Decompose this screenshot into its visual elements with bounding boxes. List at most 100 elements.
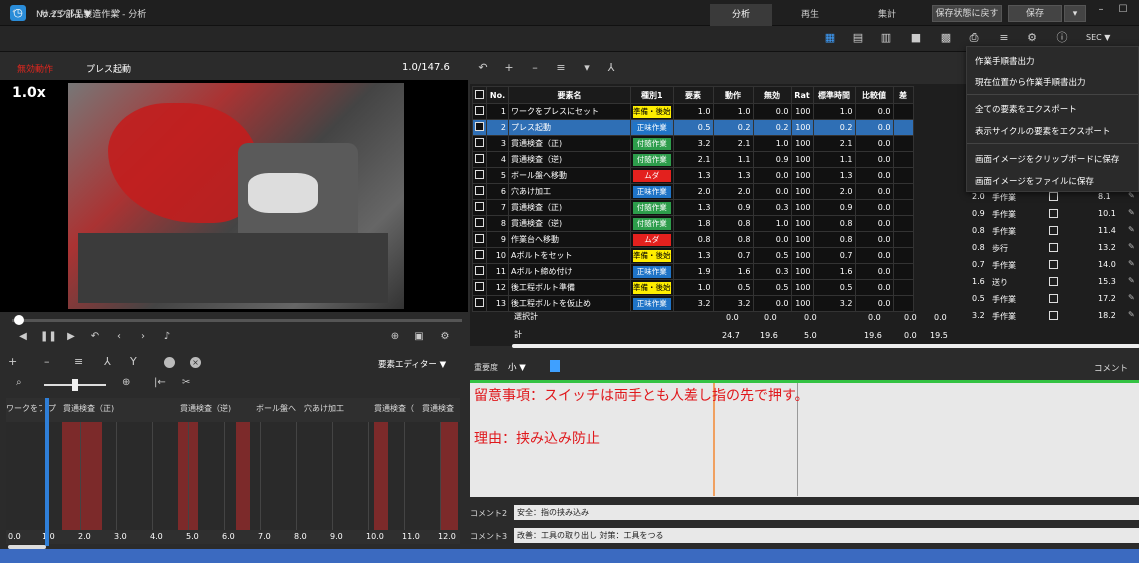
menu-export-all-elements[interactable]: 全ての要素をエクスポート: [975, 103, 1077, 115]
row-checkbox[interactable]: [472, 167, 487, 184]
row-checkbox-box[interactable]: [475, 218, 484, 227]
timeline-header[interactable]: 穴あけ加工: [304, 403, 368, 414]
col-diff[interactable]: 差: [892, 86, 914, 104]
row-compare[interactable]: 0.0: [854, 247, 894, 264]
row-diff[interactable]: [892, 279, 914, 296]
row-invalid-time[interactable]: 0.2: [752, 119, 792, 136]
table-row[interactable]: 8 貫通検査（逆) 付随作業 1.8 0.8 1.0 100 0.8 0.0: [472, 215, 914, 232]
prev-cycle-icon[interactable]: ‹: [12, 7, 16, 17]
row-diff[interactable]: [892, 263, 914, 280]
row-number[interactable]: 2: [486, 119, 509, 136]
row-checkbox-box[interactable]: [475, 106, 484, 115]
row-rating[interactable]: 100: [790, 167, 814, 184]
close-circle-icon[interactable]: ×: [190, 357, 201, 368]
row-standard-time[interactable]: 0.2: [812, 119, 856, 136]
row-standard-time[interactable]: 0.7: [812, 247, 856, 264]
save-dropdown-button[interactable]: ▾: [1064, 5, 1086, 22]
row-option-checkbox[interactable]: [1049, 226, 1058, 235]
row-invalid-time[interactable]: 0.0: [752, 167, 792, 184]
row-motion-time[interactable]: 2.1: [712, 135, 754, 152]
row-standard-time[interactable]: 0.9: [812, 199, 856, 216]
timeline-header[interactable]: ワークをプレス: [6, 403, 42, 414]
row-checkbox-box[interactable]: [475, 138, 484, 147]
row-standard-time[interactable]: 1.1: [812, 151, 856, 168]
zoom-out-icon[interactable]: ⌕: [16, 377, 22, 388]
row-kind[interactable]: 準備・後始: [630, 247, 674, 264]
row-element-name[interactable]: 作業台へ移動: [508, 231, 631, 248]
save-button[interactable]: 保存: [1008, 5, 1062, 22]
edit-pencil-icon[interactable]: ✎: [1128, 259, 1135, 268]
timeline-header[interactable]: 貫通検査: [422, 403, 460, 414]
row-checkbox[interactable]: [472, 135, 487, 152]
layout-split-icon[interactable]: ▤: [850, 31, 866, 45]
row-rating[interactable]: 100: [790, 103, 814, 120]
row-motion-time[interactable]: 0.7: [712, 247, 754, 264]
rewind-icon[interactable]: ↶: [88, 330, 102, 344]
edit-pencil-icon[interactable]: ✎: [1128, 276, 1135, 285]
info-icon[interactable]: ⓘ: [1054, 31, 1070, 45]
row-element-time[interactable]: 1.9: [672, 263, 714, 280]
table-row[interactable]: 2 プレス起動 正味作業 0.5 0.2 0.2 100 0.2 0.0: [472, 119, 914, 136]
col-kind[interactable]: 種別1: [630, 86, 674, 104]
row-number[interactable]: 3: [486, 135, 509, 152]
zoom-in-icon[interactable]: ⊕: [122, 377, 130, 388]
row-element-name[interactable]: Aボルト締め付け: [508, 263, 631, 280]
row-invalid-time[interactable]: 0.0: [752, 103, 792, 120]
row-number[interactable]: 8: [486, 215, 509, 232]
row-diff[interactable]: [892, 119, 914, 136]
row-invalid-time[interactable]: 0.9: [752, 151, 792, 168]
row-compare[interactable]: 0.0: [854, 119, 894, 136]
row-element-name[interactable]: Aボルトをセット: [508, 247, 631, 264]
tab-playback[interactable]: 再生: [780, 4, 840, 26]
select-all-checkbox[interactable]: [475, 89, 484, 99]
table-horizontal-scrollbar[interactable]: [512, 344, 1139, 348]
row-checkbox[interactable]: [472, 279, 487, 296]
row-compare[interactable]: 0.0: [854, 167, 894, 184]
row-option-checkbox[interactable]: [1049, 260, 1058, 269]
timeline-header[interactable]: ボール盤へ: [256, 403, 304, 414]
gear-icon[interactable]: ⚙: [1024, 31, 1040, 45]
row-checkbox[interactable]: [472, 215, 487, 232]
row-standard-time[interactable]: 2.0: [812, 183, 856, 200]
row-standard-time[interactable]: 2.1: [812, 135, 856, 152]
row-diff[interactable]: [892, 215, 914, 232]
row-kind[interactable]: 付随作業: [630, 215, 674, 232]
pause-icon[interactable]: ❚❚: [40, 330, 57, 344]
col-invalid[interactable]: 無効: [752, 86, 792, 104]
remove-icon[interactable]: –: [528, 61, 542, 74]
row-option-checkbox[interactable]: [1049, 311, 1058, 320]
add-icon[interactable]: +: [502, 61, 516, 74]
row-checkbox[interactable]: [472, 199, 487, 216]
zoom-icon[interactable]: ⊕: [388, 330, 402, 344]
row-element-name[interactable]: ワークをプレスにセット: [508, 103, 631, 120]
row-checkbox[interactable]: [472, 263, 487, 280]
row-element-name[interactable]: 貫通検査（正): [508, 135, 631, 152]
timeline-body[interactable]: [6, 422, 460, 530]
row-number[interactable]: 1: [486, 103, 509, 120]
table-row[interactable]: 3 貫通検査（正) 付随作業 3.2 2.1 1.0 100 2.1 0.0: [472, 135, 914, 152]
row-option-checkbox[interactable]: [1049, 209, 1058, 218]
row-number[interactable]: 10: [486, 247, 509, 264]
row-element-name[interactable]: 穴あけ加工: [508, 183, 631, 200]
row-kind[interactable]: 付随作業: [630, 151, 674, 168]
row-invalid-time[interactable]: 0.3: [752, 199, 792, 216]
row-element-time[interactable]: 0.5: [672, 119, 714, 136]
row-kind[interactable]: 正味作業: [630, 183, 674, 200]
edit-pencil-icon[interactable]: ✎: [1128, 293, 1135, 302]
menu-save-screenshot-file[interactable]: 画面イメージをファイルに保存: [975, 175, 1094, 187]
table-row[interactable]: 7 貫通検査（正) 付随作業 1.3 0.9 0.3 100 0.9 0.0: [472, 199, 914, 216]
row-checkbox-box[interactable]: [475, 266, 484, 275]
row-rating[interactable]: 100: [790, 119, 814, 136]
film-icon[interactable]: ▩: [938, 31, 954, 45]
importance-selector[interactable]: 小 ▼: [508, 361, 526, 373]
edit-pencil-icon[interactable]: ✎: [1128, 242, 1135, 251]
row-diff[interactable]: [892, 167, 914, 184]
dropdown-icon[interactable]: ▾: [580, 61, 594, 74]
row-rating[interactable]: 100: [790, 231, 814, 248]
merge-icon[interactable]: ≡: [74, 355, 83, 368]
row-invalid-time[interactable]: 0.5: [752, 279, 792, 296]
table-row[interactable]: 4 貫通検査（逆) 付随作業 2.1 1.1 0.9 100 1.1 0.0: [472, 151, 914, 168]
row-motion-time[interactable]: 1.3: [712, 167, 754, 184]
row-checkbox-box[interactable]: [475, 250, 484, 259]
row-element-name[interactable]: ボール盤へ移動: [508, 167, 631, 184]
